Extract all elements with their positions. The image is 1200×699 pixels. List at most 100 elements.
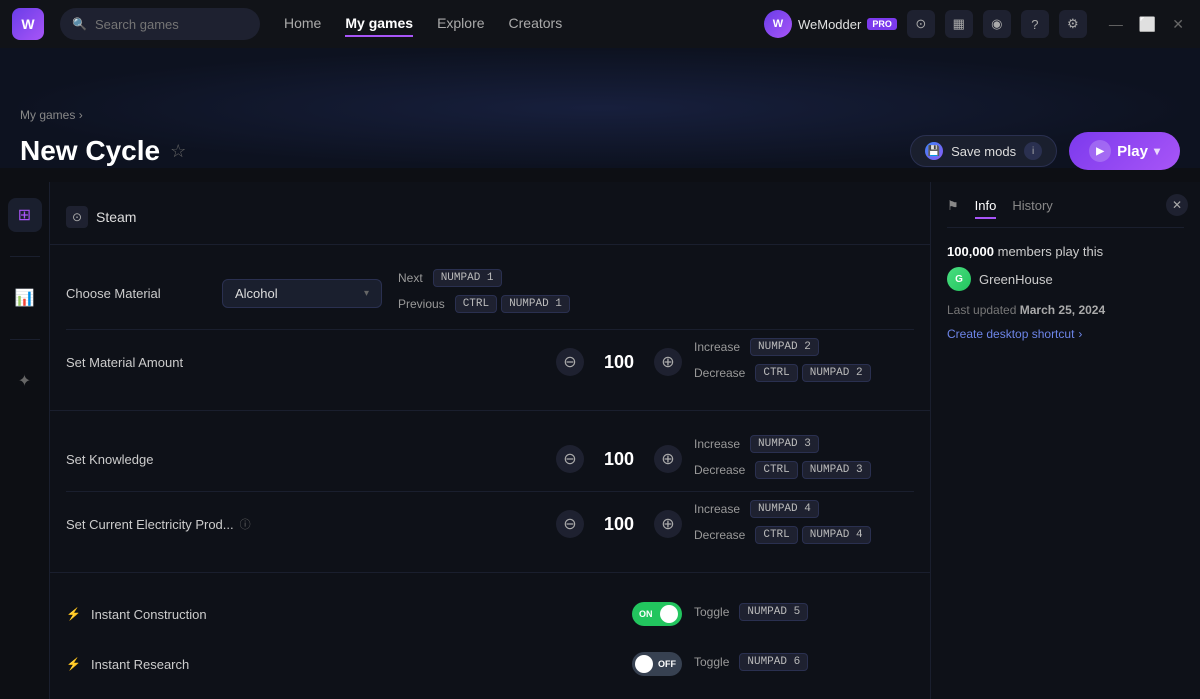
source-label: Steam [96,209,136,225]
close-panel-button[interactable]: ✕ [1166,194,1188,216]
toggle6-keys: NUMPAD 6 [739,653,808,671]
author-name: GreenHouse [979,272,1053,287]
knowledge-increase-btn[interactable]: ⊕ [654,445,682,473]
members-number: 100,000 [947,244,994,259]
set-material-amount-row: Set Material Amount ⊖ 100 ⊕ Increase NUM… [66,330,914,394]
nav-creators[interactable]: Creators [509,11,563,37]
window-controls: — ⬜ ✕ [1105,14,1188,35]
increase2-label: Increase [694,340,740,354]
sidebar-tools-icon[interactable]: ✦ [8,364,42,398]
decrease3-label: Decrease [694,463,745,477]
sidebar-mods-icon[interactable]: ⊞ [8,198,42,232]
decrease3-key-1[interactable]: CTRL [755,461,797,479]
nav-my-games[interactable]: My games [345,11,413,37]
electricity-increase-btn[interactable]: ⊕ [654,510,682,538]
sidebar-chart-icon[interactable]: 📊 [8,281,42,315]
choose-material-row: Choose Material Alcohol ▾ Next NUMPAD 1 … [66,261,914,329]
breadcrumb-my-games[interactable]: My games [20,108,75,122]
decrease2-key-2[interactable]: NUMPAD 2 [802,364,871,382]
update-row: Last updated March 25, 2024 [947,303,1184,317]
topnav: W 🔍 Home My games Explore Creators W WeM… [0,0,1200,48]
next-key-1[interactable]: NUMPAD 1 [433,269,502,287]
toggle-label-1: ON [639,609,653,619]
toggle6-key-1[interactable]: NUMPAD 6 [739,653,808,671]
avatar-initials: W [773,18,783,30]
instant-construction-toggle[interactable]: ON [632,602,682,626]
search-bar[interactable]: 🔍 [60,8,260,40]
settings-icon-btn[interactable]: ⚙ [1059,10,1087,38]
author-row: G GreenHouse [947,267,1184,291]
toggle5-key-1[interactable]: NUMPAD 5 [739,603,808,621]
decrease4-key-1[interactable]: CTRL [755,526,797,544]
electricity-decrease-btn[interactable]: ⊖ [556,510,584,538]
maximize-btn[interactable]: ⬜ [1135,14,1160,35]
material-dropdown[interactable]: Alcohol ▾ [222,279,382,308]
section-toggles: ⚡ Instant Construction ON Toggle NUMPAD … [50,572,930,699]
increase4-keys: NUMPAD 4 [750,500,819,518]
knowledge-label: Set Knowledge [66,452,544,467]
sidebar-icons: ⊞ 📊 ✦ [0,182,50,699]
flag-icon-tab: ⚑ [947,198,959,219]
avatar-circle-btn[interactable]: ⊙ [907,10,935,38]
nav-explore[interactable]: Explore [437,11,484,37]
toggle5-label: Toggle [694,605,729,619]
increase3-key-1[interactable]: NUMPAD 3 [750,435,819,453]
decrease3-key-2[interactable]: NUMPAD 3 [802,461,871,479]
section-knowledge: Set Knowledge ⊖ 100 ⊕ Increase NUMPAD 3 … [50,410,930,572]
instant-research-label: ⚡ Instant Research [66,657,620,672]
electricity-value: 100 [594,514,644,535]
help-icon-btn[interactable]: ? [1021,10,1049,38]
knowledge-stepper: ⊖ 100 ⊕ [556,445,682,473]
knowledge-decrease-btn[interactable]: ⊖ [556,445,584,473]
favorite-star-icon[interactable]: ☆ [170,141,186,162]
increase3-label: Increase [694,437,740,451]
grid-icon-btn[interactable]: ▦ [945,10,973,38]
shortcut-link-arrow: › [1078,327,1082,341]
increase3-row: Increase NUMPAD 3 [694,435,914,453]
nav-home[interactable]: Home [284,11,321,37]
logo[interactable]: W [12,8,44,40]
decrease2-row: Decrease CTRL NUMPAD 2 [694,364,914,382]
search-input[interactable] [95,17,248,32]
decrease4-key-2[interactable]: NUMPAD 4 [802,526,871,544]
play-button[interactable]: ▶ Play ▾ [1069,132,1180,170]
increase4-row: Increase NUMPAD 4 [694,500,914,518]
right-panel: ✕ ⚑ Info History 100,000 members play th… [930,182,1200,699]
knowledge-value: 100 [594,449,644,470]
breadcrumb: My games › [20,108,83,122]
create-shortcut-link[interactable]: Create desktop shortcut › [947,327,1184,341]
prev-key-2[interactable]: NUMPAD 1 [501,295,570,313]
material-value: 100 [594,352,644,373]
next-prev-shortcuts: Next NUMPAD 1 Previous CTRL NUMPAD 1 [398,269,618,317]
main-layout: ⊞ 📊 ✦ ⊙ Steam Choose Material Alcohol ▾ [0,182,1200,699]
decrease4-row: Decrease CTRL NUMPAD 4 [694,526,914,544]
save-mods-button[interactable]: 💾 Save mods i [910,135,1057,167]
previous-label: Previous [398,297,445,311]
toggle6-row: Toggle NUMPAD 6 [694,653,914,671]
instant-research-toggle[interactable]: OFF [632,652,682,676]
close-btn[interactable]: ✕ [1168,14,1188,35]
prev-key-1[interactable]: CTRL [455,295,497,313]
increase4-key-1[interactable]: NUMPAD 4 [750,500,819,518]
lightning-icon-2: ⚡ [66,657,81,671]
increase2-key-1[interactable]: NUMPAD 2 [750,338,819,356]
tab-history[interactable]: History [1012,198,1052,219]
tab-info[interactable]: Info [975,198,997,219]
electricity-info-icon[interactable]: ⓘ [240,516,251,532]
right-tabs: ⚑ Info History [947,198,1184,228]
discord-icon-btn[interactable]: ◉ [983,10,1011,38]
minimize-btn[interactable]: — [1105,14,1127,35]
sidebar-divider [10,256,40,257]
toggle5-keys: NUMPAD 5 [739,603,808,621]
increase2-keys: NUMPAD 2 [750,338,819,356]
material-shortcuts: Increase NUMPAD 2 Decrease CTRL NUMPAD 2 [694,338,914,386]
increase4-label: Increase [694,502,740,516]
save-mods-icon: 💾 [925,142,943,160]
material-increase-btn[interactable]: ⊕ [654,348,682,376]
page-header: New Cycle ☆ 💾 Save mods i ▶ Play ▾ [0,124,1200,182]
decrease2-keys: CTRL NUMPAD 2 [755,364,870,382]
material-decrease-btn[interactable]: ⊖ [556,348,584,376]
decrease2-key-1[interactable]: CTRL [755,364,797,382]
increase3-keys: NUMPAD 3 [750,435,819,453]
next-shortcut-row: Next NUMPAD 1 [398,269,618,287]
